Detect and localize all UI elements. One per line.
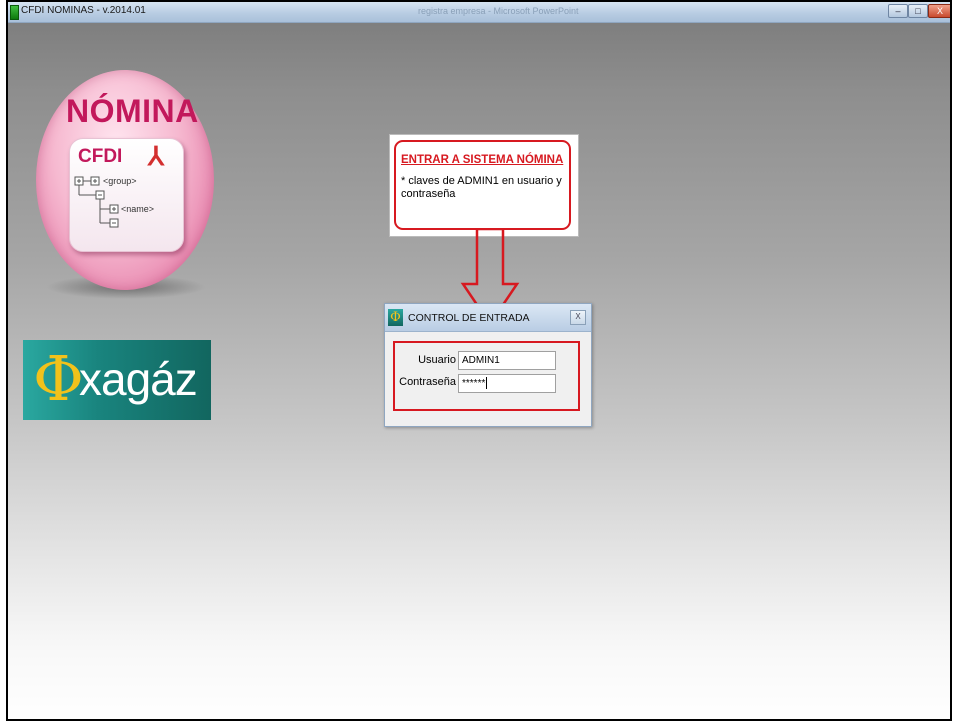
logo-card: CFDI ⅄ <group> <name> — [69, 138, 184, 252]
xml-tree-icon — [74, 176, 119, 228]
login-dialog: Φ CONTROL DE ENTRADA X Usuario ADMIN1 Co… — [384, 303, 592, 427]
xagaz-wordmark: xagáz — [79, 353, 198, 405]
password-value: ****** — [462, 378, 486, 389]
maximize-button[interactable]: □ — [908, 4, 928, 18]
xagaz-logo: Φ xagáz — [23, 340, 211, 420]
phi-app-icon: Φ — [388, 309, 403, 326]
callout-border: ENTRAR A SISTEMA NÓMINA * claves de ADMI… — [394, 140, 571, 230]
application-window: CFDI NOMINAS - v.2014.01 registra empres… — [6, 0, 952, 721]
logo-title: NÓMINA — [66, 93, 199, 129]
username-label: Usuario — [418, 354, 456, 366]
dialog-close-button[interactable]: X — [570, 310, 586, 325]
nomina-cfdi-logo: NÓMINA CFDI ⅄ <group> <name> — [36, 70, 214, 302]
dialog-title: CONTROL DE ENTRADA — [408, 312, 530, 324]
instruction-callout: ENTRAR A SISTEMA NÓMINA * claves de ADMI… — [389, 134, 579, 237]
window-title: CFDI NOMINAS - v.2014.01 — [21, 5, 146, 16]
text-caret — [486, 377, 488, 390]
username-input[interactable]: ADMIN1 — [458, 351, 556, 370]
minimize-button[interactable]: – — [888, 4, 908, 18]
background-window-title: registra empresa - Microsoft PowerPoint — [418, 6, 579, 16]
phi-symbol: Φ — [33, 342, 84, 415]
window-titlebar[interactable]: CFDI NOMINAS - v.2014.01 registra empres… — [8, 2, 950, 23]
callout-body: * claves de ADMIN1 en usuario y contrase… — [401, 175, 562, 200]
tree-item-name: <name> — [121, 204, 155, 214]
credentials-highlight: Usuario ADMIN1 Contraseña ****** — [393, 341, 580, 411]
close-button[interactable]: X — [928, 4, 950, 18]
app-icon — [10, 5, 19, 20]
dialog-titlebar[interactable]: Φ CONTROL DE ENTRADA X — [385, 304, 591, 332]
password-input[interactable]: ****** — [458, 374, 556, 393]
callout-title: ENTRAR A SISTEMA NÓMINA — [401, 154, 564, 166]
tree-item-group: <group> — [103, 176, 137, 186]
password-label: Contraseña — [399, 376, 456, 388]
